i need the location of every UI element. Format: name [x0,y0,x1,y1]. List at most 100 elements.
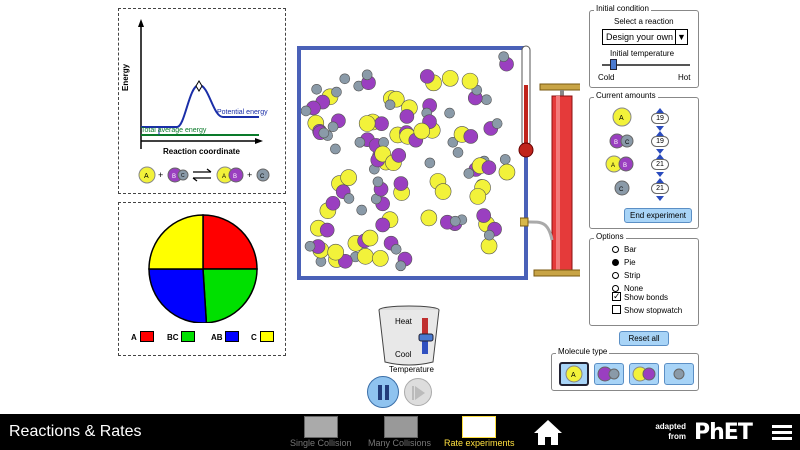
molecules-layer [301,51,516,272]
molecule-bc [301,100,321,117]
chevron-down-icon[interactable]: ▼ [675,30,687,44]
pie-slice-a [202,214,258,270]
pie-legend-label-c: C [251,333,257,342]
cool-label: Cool [395,350,412,359]
potential-energy-label: Potential energy [217,109,268,116]
molecule-c [343,193,355,204]
initial-condition-title: Initial condition [594,4,651,13]
energy-diagram-panel: Energy Potential energy Total average en… [118,8,286,194]
molecule-bc [498,51,514,72]
reaction-coordinate-label: Reaction coordinate [163,147,240,156]
reaction-select[interactable]: Design your own ▼ [602,29,688,45]
heater[interactable]: Heat Cool Temperature [373,304,445,376]
heater-slider-thumb [418,333,434,342]
tab-rate-experiments[interactable]: Rate experiments [444,414,516,450]
tab-single-collision[interactable]: Single Collision [290,414,352,450]
pie-legend-label-bc: BC [167,333,179,342]
option-label-strip[interactable]: Strip [624,271,640,280]
pump-connector [520,217,529,227]
pie-legend-swatch-bc [181,331,195,342]
molecule-bc [361,69,376,91]
tab-single-collision-label: Single Collision [290,438,352,448]
amount-c-count[interactable]: 21 [651,183,669,194]
initial-condition-panel: Initial condition Select a reaction Desi… [589,4,699,88]
show-bonds-label[interactable]: Show bonds [624,293,668,302]
energy-axis-label: Energy [121,63,130,91]
navigation-bar: Reactions & Rates Single Collision Many … [0,414,800,450]
amount-a-count[interactable]: 19 [651,113,669,124]
pause-icon [378,385,382,400]
menu-icon[interactable] [772,425,792,441]
reset-all-button[interactable]: Reset all [619,331,669,346]
molecule-type-ab-button[interactable] [629,363,659,385]
amount-c-down-button[interactable] [656,196,664,201]
temperature-slider-thumb[interactable] [610,59,617,70]
option-label-bar[interactable]: Bar [624,245,636,254]
pie-chart [148,214,258,323]
molecule-a [441,70,459,87]
rate-experiments-thumbnail [462,416,496,438]
amount-ab-down-button[interactable] [656,172,664,177]
pie-legend-label-ab: AB [211,333,223,342]
molecule-ab [375,211,399,233]
home-icon[interactable] [532,418,564,446]
reaction-select-value: Design your own [606,32,674,42]
molecule-a [357,248,374,265]
single-collision-thumbnail [304,416,338,438]
option-label-none[interactable]: None [624,284,643,293]
molecule-ab-icon [632,366,656,382]
molecule-c [444,107,455,119]
show-stopwatch-label[interactable]: Show stopwatch [624,306,682,315]
molecule-type-a-button[interactable]: A [559,362,589,386]
initial-temperature-label: Initial temperature [610,49,675,58]
amount-ab-count[interactable]: 21 [651,159,669,170]
show-stopwatch-checkbox[interactable] [612,305,621,314]
molecule-ab [471,157,497,175]
step-button[interactable] [404,378,432,406]
peak-marker [195,80,203,92]
tab-many-collisions[interactable]: Many Collisions [368,414,432,450]
molecule-a [340,169,357,186]
equilibrium-arrow-icon [192,168,212,182]
reaction-box[interactable] [297,46,528,280]
molecule-type-c-button[interactable] [664,363,694,385]
pie-chart-panel: A BC AB C [118,202,286,356]
molecule-bc [372,176,389,197]
pie-slice-c [148,214,204,270]
show-bonds-checkbox[interactable]: ✓ [612,292,621,301]
molecule-c [318,127,330,139]
svg-text:C: C [625,140,630,146]
svg-text:A: A [222,174,226,180]
radio-bar[interactable] [612,246,619,253]
molecule-c [499,154,511,165]
adapted-from-label: adapted from [655,422,686,441]
molecule-a [372,250,389,267]
svg-text:B: B [614,140,618,146]
svg-text:B: B [233,174,237,180]
end-experiment-button[interactable]: End experiment [624,208,692,223]
radio-pie[interactable] [612,259,619,266]
hot-label: Hot [678,73,691,82]
pump[interactable] [520,80,580,280]
pie-legend: A BC AB C [119,331,287,347]
radio-strip[interactable] [612,272,619,279]
equation-plus-right: + [247,170,252,180]
cold-label: Cold [598,73,615,82]
molecule-type-panel: Molecule type A [551,347,699,391]
reaction-equation: A + B C A B + C [138,166,270,184]
option-label-pie[interactable]: Pie [624,258,636,267]
equation-a-label: A [144,173,149,180]
molecule-a [498,163,516,181]
molecule-c [356,204,368,216]
molecule-ab [310,219,335,238]
molecule-type-bc-button[interactable] [594,363,624,385]
play-pause-button[interactable] [367,376,399,408]
pump-cylinder [551,95,573,275]
amount-bc-count[interactable]: 19 [651,136,669,147]
options-panel: Options Bar Pie Strip None ✓ Show bonds Sho… [589,232,699,326]
molecule-bc [304,239,326,254]
molecule-a [361,229,379,247]
molecule-a [413,122,431,140]
molecule-c [481,94,492,106]
molecule-c [330,143,341,155]
